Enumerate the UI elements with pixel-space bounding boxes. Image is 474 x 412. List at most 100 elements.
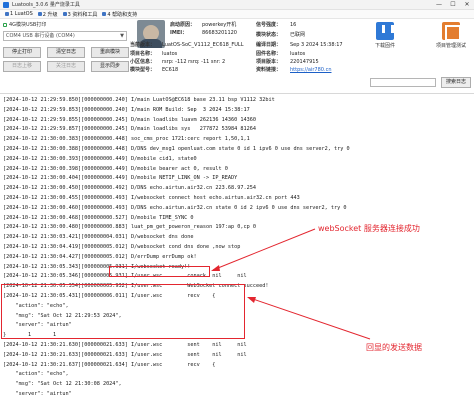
info-label: 启动原因： — [170, 22, 196, 28]
build-date-value: Sep 3 2024 15:38:17 — [290, 42, 343, 48]
usb-print-label: 4G模块USB打印 — [9, 22, 47, 28]
port-panel: 4G模块USB打印 COM4 USB 串行设备 (COM4) ▼ 停止打印 清空… — [0, 19, 132, 91]
info-label: 资料链接： — [256, 67, 282, 73]
menu-upgrade[interactable]: 2 升级 — [37, 11, 58, 18]
info-row: 小区信息： rsrp: -112 rsrq: -11 snr: 2 — [130, 58, 225, 66]
log-line: [2024-10-12 21:29:59.855][000000000.245]… — [3, 116, 256, 123]
window-title: Luatools_3.0.6 量产烧录工具 — [12, 2, 80, 8]
echo-annotation: 回显的发送数据 — [366, 343, 422, 352]
log-line: [2024-10-12 21:30:00.450][000000000.492]… — [3, 185, 256, 192]
clear-log-button[interactable]: 清空日志 — [47, 47, 85, 58]
log-line: [2024-10-12 21:30:03.421][000000004.031]… — [3, 234, 194, 241]
info-row: 模块状态： 已联网 — [256, 31, 305, 39]
checkbox-icon — [3, 22, 7, 27]
project-version-value: 220147915 — [290, 59, 319, 65]
log-line: [2024-10-12 21:30:21.630][000000021.633]… — [3, 342, 247, 348]
info-row: 项目名称： luatos — [130, 50, 177, 58]
download-firmware-label: 下载固件 — [374, 43, 395, 49]
search-log-button[interactable]: 搜索日志 — [441, 77, 471, 88]
info-label: 模块型号： — [130, 67, 156, 73]
connect-success-highlight — [109, 266, 210, 277]
log-line: [2024-10-12 21:30:00.388][000000000.448]… — [3, 146, 350, 152]
port-select[interactable]: COM4 USB 串行设备 (COM4) ▼ — [3, 31, 127, 41]
info-label: 编译日期： — [256, 42, 282, 48]
module-status-value: 已联网 — [290, 32, 306, 38]
log-line: "action": "echo", — [3, 371, 69, 378]
log-line: [2024-10-12 21:30:04.419][000000005.012]… — [3, 244, 241, 250]
menu-luatos[interactable]: 1 LuatOS — [5, 11, 33, 17]
menu-bar: 1 LuatOS 2 升级 3 资料和工具 4 帮助和支持 — [0, 10, 474, 19]
watch-log-button[interactable]: 关注日志 — [47, 61, 85, 72]
log-line: "msg": "Sat Oct 12 21:30:08 2024", — [3, 381, 122, 388]
info-label: 当前版本： — [130, 42, 156, 48]
info-row: 资料链接： https://air780.cn — [256, 66, 331, 74]
log-line: [2024-10-12 21:30:00.480][000000000.883]… — [3, 224, 256, 231]
cell-info-value: rsrp: -112 rsrq: -11 snr: 2 — [162, 59, 226, 65]
menu-label: 4 帮助和支持 — [107, 11, 138, 18]
info-label: 小区信息： — [130, 59, 156, 65]
menu-help[interactable]: 4 帮助和支持 — [102, 11, 137, 18]
log-line: [2024-10-12 21:29:59.850][000000000.240]… — [3, 97, 275, 103]
button-row-1: 停止打印 清空日志 重启模块 — [3, 47, 129, 58]
log-line: [2024-10-12 21:29:59.853][000000000.240]… — [3, 106, 250, 113]
tools-icon — [62, 12, 67, 16]
connect-annotation: webSocket 服务器连接成功 — [318, 224, 420, 233]
log-line: [2024-10-12 21:30:21.633][000000021.633]… — [3, 351, 247, 358]
docs-link[interactable]: https://air780.cn — [290, 66, 331, 74]
upgrade-icon — [37, 12, 42, 16]
maximize-button[interactable]: ☐ — [446, 0, 460, 10]
title-bar: Luatools_3.0.6 量产烧录工具 — ☐ ✕ — [0, 0, 474, 10]
log-search-input[interactable] — [370, 78, 436, 87]
log-line: "server": "airtun" — [3, 391, 72, 397]
boot-reason-value: powerkey开机 — [202, 22, 237, 28]
project-name-value: luatos — [162, 51, 178, 57]
firmware-name-value: luatos — [290, 51, 306, 57]
imei-value: 86683201120 — [202, 30, 237, 36]
info-label: 信号强度： — [256, 22, 282, 28]
log-line: [2024-10-12 21:30:00.468][000000000.527]… — [3, 214, 194, 221]
info-label: IMEI： — [170, 30, 188, 36]
info-row: 固件名称： luatos — [256, 50, 305, 58]
log-line: [2024-10-12 21:30:00.383][000000000.448]… — [3, 136, 250, 143]
menu-label: 3 资料和工具 — [67, 11, 98, 18]
download-firmware-button[interactable]: 下载固件 — [366, 20, 404, 56]
info-row: 项目版本： 220147915 — [256, 58, 319, 66]
minimize-button[interactable]: — — [432, 0, 446, 10]
restart-module-button[interactable]: 重启模块 — [91, 47, 129, 58]
help-icon — [102, 12, 107, 16]
info-row: IMEI： 86683201120 — [170, 29, 237, 37]
info-row: 编译日期： Sep 3 2024 15:38:17 — [256, 41, 343, 49]
show-sync-button[interactable]: 显示同步 — [91, 61, 129, 72]
app-icon — [3, 1, 9, 8]
signal-strength-value: 16 — [290, 22, 297, 28]
close-button[interactable]: ✕ — [460, 0, 474, 10]
info-label: 固件名称： — [256, 51, 282, 57]
port-select-value: COM4 USB 串行设备 (COM4) — [6, 33, 75, 39]
module-model-value: EC618 — [162, 67, 179, 73]
info-row: 模块型号： EC618 — [130, 66, 178, 74]
menu-label: 1 LuatOS — [10, 11, 33, 17]
log-line: [2024-10-12 21:30:00.455][000000000.493]… — [3, 195, 300, 201]
button-row-2: 日志上移 关注日志 显示同步 — [3, 61, 129, 72]
log-line: [2024-10-12 21:30:00.393][000000000.449]… — [3, 155, 197, 162]
info-row: 当前版本： LuatOS-SoC_V1112_EC618_FULL — [130, 41, 243, 49]
info-label: 模块状态： — [256, 32, 282, 38]
info-row: 启动原因： powerkey开机 — [170, 21, 236, 29]
project-manage-label: 项目管理测试 — [435, 43, 466, 49]
stop-print-button[interactable]: 停止打印 — [3, 47, 41, 58]
log-line: [2024-10-12 21:30:00.460][000000000.493]… — [3, 204, 347, 211]
log-line: [2024-10-12 21:30:00.398][000000000.449]… — [3, 165, 228, 172]
usb-print-toggle[interactable]: 4G模块USB打印 — [3, 21, 46, 28]
package-icon — [442, 22, 461, 41]
log-up-button[interactable]: 日志上移 — [3, 61, 41, 72]
download-icon — [376, 22, 394, 40]
menu-resources[interactable]: 3 资料和工具 — [62, 11, 98, 18]
info-label: 项目版本： — [256, 59, 282, 65]
menu-label: 2 升级 — [42, 11, 58, 18]
project-manage-button[interactable]: 项目管理测试 — [430, 20, 472, 56]
log-output[interactable]: [2024-10-12 21:29:59.850][000000000.240]… — [0, 93, 474, 412]
info-row: 信号强度： 16 — [256, 21, 296, 29]
log-line: [2024-10-12 21:30:21.637][000000021.634]… — [3, 361, 216, 368]
firmware-version-value: LuatOS-SoC_V1112_EC618_FULL — [162, 42, 244, 48]
chevron-down-icon: ▼ — [120, 33, 124, 39]
